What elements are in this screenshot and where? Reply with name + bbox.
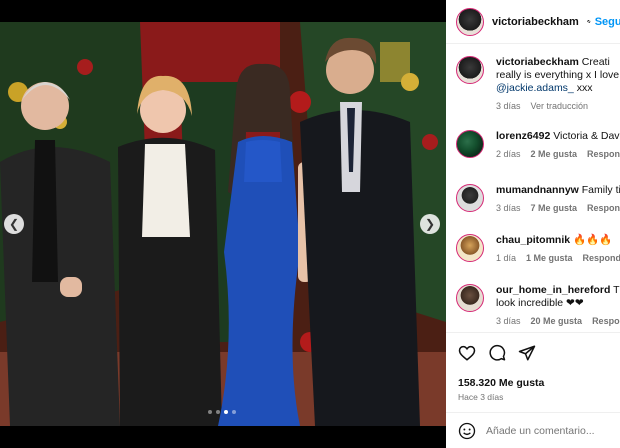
post-photo[interactable] — [0, 22, 446, 426]
caption-suffix: xxx — [576, 82, 593, 94]
carousel-dot — [208, 410, 212, 414]
comment-text: Victoria & Dav — [553, 130, 620, 142]
list-item: our_home_in_hereford Th look incredible … — [456, 284, 620, 328]
comment-likes[interactable]: 20 Me gusta — [531, 316, 583, 326]
comment-text-line2: look incredible ❤❤ — [496, 297, 584, 309]
caption-username[interactable]: victoriabeckham — [496, 56, 579, 68]
caption-text: Creati — [581, 56, 610, 68]
carousel-prev-button[interactable]: ❮ — [4, 214, 24, 234]
photo-illustration — [0, 22, 446, 426]
reply-button[interactable]: Respon — [592, 316, 620, 326]
likes-count[interactable]: 158.320 Me gusta — [458, 377, 620, 389]
comment-time[interactable]: 3 días — [496, 203, 521, 213]
commenter-avatar[interactable] — [456, 184, 484, 212]
comment-text: 🔥🔥🔥 — [573, 234, 613, 246]
list-item: lorenz6492 Victoria & Dav 2 días 2 Me gus… — [456, 130, 620, 161]
comment-time[interactable]: 2 días — [496, 149, 521, 159]
comment-likes[interactable]: 2 Me gusta — [531, 149, 578, 159]
comment-time[interactable]: 1 día — [496, 253, 516, 263]
list-item: chau_pitomnik 🔥🔥🔥 1 día 1 Me gusta Respond… — [456, 234, 620, 265]
post-actions: 158.320 Me gusta Hace 3 días — [446, 332, 620, 402]
author-avatar[interactable] — [456, 7, 484, 36]
caption-avatar[interactable] — [456, 56, 484, 84]
caption-time[interactable]: 3 días — [496, 101, 521, 111]
translate-link[interactable]: Ver traducción — [531, 101, 589, 111]
list-item: mumandnannyw Family ti 3 días 7 Me gusta R… — [456, 184, 620, 215]
comment-input[interactable] — [486, 424, 616, 437]
post-sidebar: victoriabeckham • Seguir victoriabeckham… — [446, 0, 620, 448]
post-time[interactable]: Hace 3 días — [458, 392, 620, 402]
carousel-next-button[interactable]: ❯ — [420, 214, 440, 234]
post-media-pane: ❮ ❯ — [0, 0, 446, 448]
comment-time[interactable]: 3 días — [496, 316, 521, 326]
heart-icon[interactable] — [458, 344, 476, 362]
share-icon[interactable] — [518, 344, 536, 362]
comment-text: Family ti — [581, 184, 620, 196]
follow-button[interactable]: Seguir — [595, 16, 620, 28]
carousel-indicator — [208, 410, 236, 414]
add-comment-bar — [446, 412, 620, 448]
post-header: victoriabeckham • Seguir — [446, 0, 620, 44]
author-username[interactable]: victoriabeckham — [492, 16, 579, 28]
comment-text: Th — [613, 284, 620, 296]
commenter-username[interactable]: mumandnannyw — [496, 184, 579, 196]
reply-button[interactable]: Respond — [587, 203, 620, 213]
chevron-right-icon: ❯ — [424, 217, 436, 231]
reply-button[interactable]: Responde — [583, 253, 620, 263]
carousel-dot-active — [224, 410, 228, 414]
carousel-dot — [232, 410, 236, 414]
commenter-avatar[interactable] — [456, 284, 484, 312]
commenter-username[interactable]: chau_pitomnik — [496, 234, 570, 246]
comment-likes[interactable]: 7 Me gusta — [531, 203, 578, 213]
reply-button[interactable]: Respond — [587, 149, 620, 159]
commenter-avatar[interactable] — [456, 130, 484, 158]
caption: victoriabeckham Creati really is everyth… — [456, 56, 619, 113]
commenter-username[interactable]: our_home_in_hereford — [496, 284, 610, 296]
commenter-username[interactable]: lorenz6492 — [496, 130, 550, 142]
chevron-left-icon: ❮ — [8, 217, 20, 231]
comment-likes[interactable]: 1 Me gusta — [526, 253, 573, 263]
emoji-icon[interactable] — [458, 422, 476, 440]
commenter-avatar[interactable] — [456, 234, 484, 262]
carousel-dot — [216, 410, 220, 414]
caption-mention[interactable]: @jackie.adams_ — [496, 82, 574, 94]
caption-text-line2: really is everything x I love — [496, 69, 620, 81]
comment-icon[interactable] — [488, 344, 506, 362]
comments-list[interactable]: victoriabeckham Creati really is everyth… — [446, 44, 620, 332]
